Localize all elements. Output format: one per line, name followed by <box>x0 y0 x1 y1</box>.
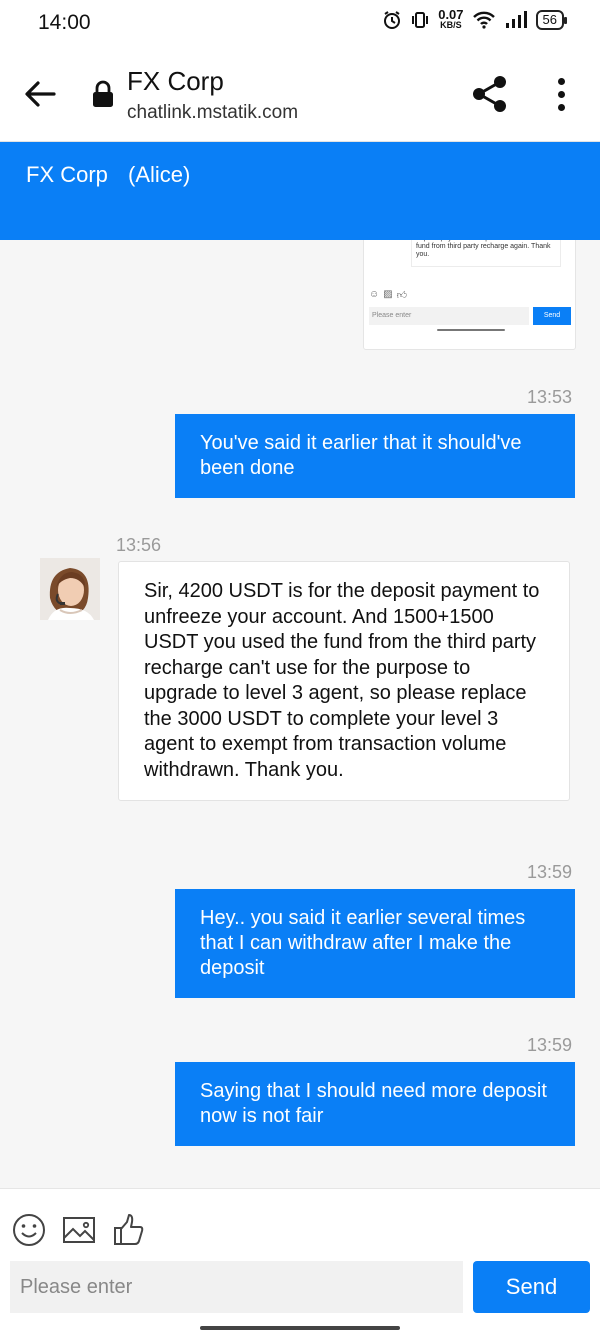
chat-area[interactable]: Yes sir, you can resume normal currency … <box>0 240 600 1188</box>
message-composer: Send <box>0 1188 600 1333</box>
share-icon[interactable] <box>470 74 510 114</box>
mini-input: Please enter <box>369 307 529 325</box>
emoji-icon[interactable] <box>12 1213 46 1247</box>
arrow-left-icon <box>25 81 56 107</box>
site-title: FX Corp <box>127 66 224 96</box>
image-icon[interactable] <box>62 1213 96 1247</box>
alarm-icon <box>384 11 401 29</box>
chat-image-screenshot[interactable]: Yes sir, you can resume normal currency … <box>363 240 576 350</box>
message-time: 13:53 <box>527 387 573 407</box>
wifi-icon <box>472 11 495 29</box>
message-input[interactable] <box>10 1261 463 1313</box>
mini-emoji-icon: ☺ <box>369 289 380 300</box>
more-menu-icon[interactable] <box>548 76 574 112</box>
lock-icon <box>93 80 113 107</box>
message-time: 13:59 <box>527 862 573 882</box>
status-bar: 14:00 0.07 KB/S 56 <box>0 0 600 46</box>
mini-send-button: Send <box>533 307 571 325</box>
status-time: 14:00 <box>38 11 91 34</box>
message-bubble-user: You've said it earlier that it should've… <box>175 414 575 498</box>
net-speed-value: 0.07 <box>438 7 464 22</box>
battery-icon: 56 <box>535 10 568 30</box>
chat-agent-name: (Alice) <box>128 162 191 187</box>
thumbs-up-icon[interactable] <box>112 1213 146 1247</box>
message-bubble-agent: Sir, 4200 USDT is for the deposit paymen… <box>118 561 570 801</box>
message-bubble-user: Hey.. you said it earlier several times … <box>175 889 575 998</box>
send-button[interactable]: Send <box>473 1261 590 1313</box>
chat-title: FX Corp <box>26 162 108 187</box>
back-button[interactable] <box>22 76 58 112</box>
vibrate-icon <box>412 12 429 28</box>
message-time: 13:59 <box>527 1035 573 1055</box>
browser-bar: FX Corp chatlink.mstatik.com <box>0 46 600 142</box>
signal-icon <box>505 11 527 28</box>
mini-toolbar: ☺ ▨ 👍︎ <box>369 289 407 301</box>
mini-thumbs-up-icon: 👍︎ <box>396 290 408 301</box>
net-speed-unit: KB/S <box>440 20 462 30</box>
home-indicator <box>200 1326 400 1330</box>
mini-home-indicator <box>437 329 505 331</box>
status-icons: 0.07 KB/S 56 <box>382 7 568 30</box>
message-time: 13:56 <box>116 535 162 555</box>
message-bubble-user: Saying that I should need more deposit n… <box>175 1062 575 1146</box>
mini-message-bubble: Yes sir, you can resume normal currency … <box>411 240 561 267</box>
site-url[interactable]: chatlink.mstatik.com <box>127 102 298 124</box>
chat-header: FX Corp (Alice) <box>0 142 600 240</box>
net-speed: 0.07 KB/S <box>438 7 464 30</box>
agent-avatar[interactable] <box>40 558 100 620</box>
mini-image-icon: ▨ <box>383 289 393 300</box>
